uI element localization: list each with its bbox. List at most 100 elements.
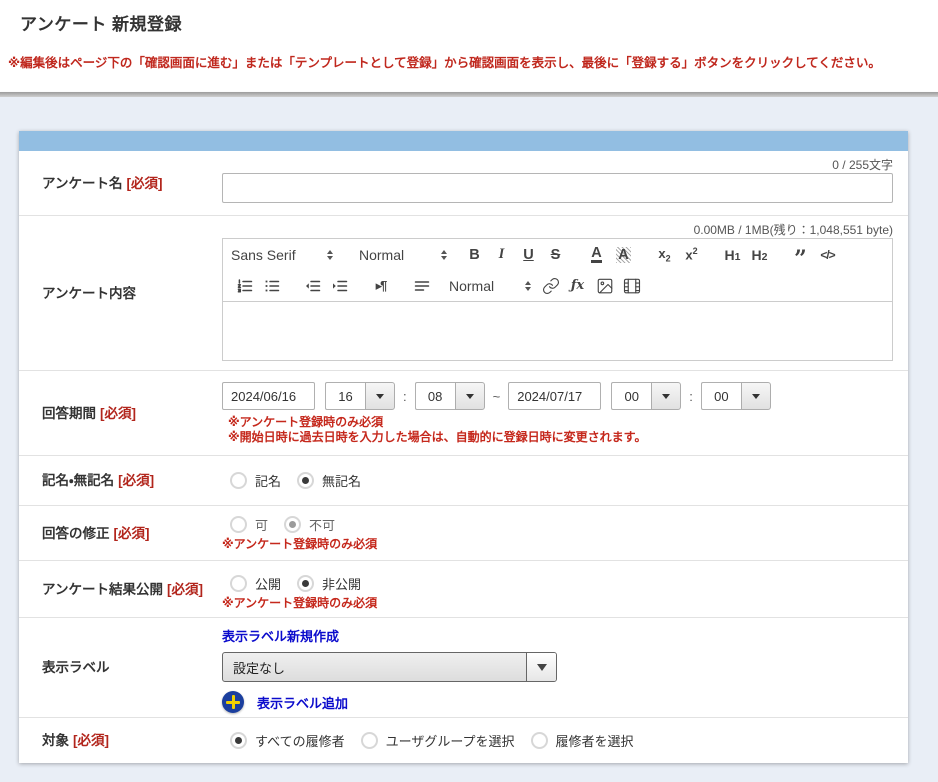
row-display-label: 表示ラベル 表示ラベル新規作成 設定なし 表示ラベル追加 xyxy=(19,617,908,717)
time-colon: : xyxy=(403,389,407,404)
underline-button[interactable]: U xyxy=(515,243,542,267)
radio-option-all-students[interactable]: すべての履修者 xyxy=(230,731,345,750)
ordered-list-icon xyxy=(236,277,254,295)
formula-icon: ƒx xyxy=(571,278,584,293)
select-arrow-button[interactable] xyxy=(526,653,556,681)
required-badge: [必須] xyxy=(100,406,136,421)
outdent-button[interactable] xyxy=(299,274,326,298)
align-button[interactable] xyxy=(408,274,435,298)
result-publication-label: アンケート結果公開[必須] xyxy=(19,561,222,617)
align-icon xyxy=(413,277,431,295)
survey-content-label: アンケート内容 xyxy=(19,216,222,370)
required-badge: [必須] xyxy=(167,582,203,597)
char-counter: 0 / 255文字 xyxy=(222,151,893,173)
panel-accent-bar xyxy=(19,131,908,151)
create-display-label-link[interactable]: 表示ラベル新規作成 xyxy=(222,629,339,644)
ordered-list-button[interactable] xyxy=(231,274,258,298)
editor-toolbar-row-2: ▸¶ Normal ƒx xyxy=(223,270,892,301)
strikethrough-icon: S xyxy=(551,247,561,263)
text-color-icon: A xyxy=(591,247,601,263)
indent-button[interactable] xyxy=(326,274,353,298)
radio-option-anonymous[interactable]: 無記名 xyxy=(297,471,361,490)
end-minute-input[interactable] xyxy=(701,382,741,410)
end-hour-input[interactable] xyxy=(611,382,651,410)
survey-name-label: アンケート名[必須] xyxy=(19,151,222,215)
period-note-1: ※アンケート登録時のみ必須 xyxy=(228,415,893,430)
font-picker[interactable]: Sans Serif xyxy=(231,247,333,263)
blockquote-button[interactable]: ” xyxy=(787,243,814,267)
link-button[interactable] xyxy=(537,274,564,298)
radio-option-not-allowed[interactable]: 不可 xyxy=(284,515,335,534)
text-direction-icon: ▸¶ xyxy=(376,278,386,294)
end-date-input[interactable] xyxy=(508,382,601,410)
radio-checked-icon xyxy=(297,575,314,592)
superscript-button[interactable]: x2 xyxy=(678,243,705,267)
insert-image-button[interactable] xyxy=(591,274,618,298)
radio-checked-icon xyxy=(230,732,247,749)
anonymity-label: 記名・無記名[必須] xyxy=(19,471,222,490)
start-hour-input[interactable] xyxy=(325,382,365,410)
radio-option-signed[interactable]: 記名 xyxy=(230,471,281,490)
code-block-button[interactable]: </> xyxy=(814,243,841,267)
radio-option-allowed[interactable]: 可 xyxy=(230,515,268,534)
formula-button[interactable]: ƒx xyxy=(564,274,591,298)
size-picker[interactable]: Normal xyxy=(449,278,531,294)
radio-option-select-students[interactable]: 履修者を選択 xyxy=(531,731,634,750)
start-date-input[interactable] xyxy=(222,382,315,410)
editor-content-area[interactable] xyxy=(223,302,892,360)
header-picker[interactable]: Normal xyxy=(359,247,447,263)
display-label-label: 表示ラベル xyxy=(19,618,222,717)
chevron-down-icon xyxy=(466,394,474,403)
survey-name-input[interactable] xyxy=(222,173,893,203)
display-label-select[interactable]: 設定なし xyxy=(222,652,557,682)
bullet-list-button[interactable] xyxy=(258,274,285,298)
editor-toolbar-row-1: Sans Serif Normal B I U S A A x2 xyxy=(223,239,892,270)
bold-button[interactable]: B xyxy=(461,243,488,267)
period-note-2: ※開始日時に過去日時を入力した場合は、自動的に登録日時に変更されます。 xyxy=(228,430,893,445)
end-hour-spinner-button[interactable] xyxy=(651,382,681,410)
text-direction-button[interactable]: ▸¶ xyxy=(367,274,394,298)
row-answer-correction: 回答の修正[必須] 可 不可 ※アンケート登録時のみ必須 xyxy=(19,505,908,560)
heading2-icon: H2 xyxy=(752,247,768,263)
radio-option-user-group[interactable]: ユーザグループを選択 xyxy=(361,731,515,750)
code-block-icon: </> xyxy=(820,248,834,262)
survey-form-panel: アンケート名[必須] 0 / 255文字 アンケート内容 0.00MB / 1M… xyxy=(19,131,908,763)
text-color-button[interactable]: A xyxy=(583,243,610,267)
required-badge: [必須] xyxy=(126,176,162,191)
strikethrough-button[interactable]: S xyxy=(542,243,569,267)
radio-icon xyxy=(230,516,247,533)
radio-option-private[interactable]: 非公開 xyxy=(297,574,361,593)
row-answer-period: 回答期間[必須] : ~ xyxy=(19,370,908,455)
video-icon xyxy=(623,277,641,295)
result-note: ※アンケート登録時のみ必須 xyxy=(222,596,893,611)
radio-option-public[interactable]: 公開 xyxy=(230,574,281,593)
superscript-icon: x2 xyxy=(685,246,697,262)
picker-arrows-icon xyxy=(441,247,447,263)
time-colon: : xyxy=(689,389,693,404)
bold-icon: B xyxy=(469,247,479,263)
subscript-button[interactable]: x2 xyxy=(651,243,678,267)
start-minute-input[interactable] xyxy=(415,382,455,410)
bullet-list-icon xyxy=(263,277,281,295)
background-color-button[interactable]: A xyxy=(610,243,637,267)
start-hour-spinner-button[interactable] xyxy=(365,382,395,410)
chevron-down-icon xyxy=(537,664,547,676)
end-minute-spinner-button[interactable] xyxy=(741,382,771,410)
add-display-label-button[interactable]: 表示ラベル追加 xyxy=(222,691,893,713)
radio-icon xyxy=(230,575,247,592)
italic-button[interactable]: I xyxy=(488,243,515,267)
heading2-button[interactable]: H2 xyxy=(746,243,773,267)
target-label: 対象[必須] xyxy=(19,718,222,763)
radio-checked-icon xyxy=(284,516,301,533)
underline-icon: U xyxy=(523,247,533,263)
insert-video-button[interactable] xyxy=(618,274,645,298)
row-result-publication: アンケート結果公開[必須] 公開 非公開 ※アンケート登録時のみ必須 xyxy=(19,560,908,617)
indent-icon xyxy=(331,277,349,295)
radio-icon xyxy=(531,732,548,749)
rich-text-editor: Sans Serif Normal B I U S A A x2 xyxy=(222,238,893,361)
radio-checked-icon xyxy=(297,472,314,489)
outdent-icon xyxy=(304,277,322,295)
start-minute-spinner-button[interactable] xyxy=(455,382,485,410)
heading1-button[interactable]: H1 xyxy=(719,243,746,267)
picker-arrows-icon xyxy=(327,247,333,263)
